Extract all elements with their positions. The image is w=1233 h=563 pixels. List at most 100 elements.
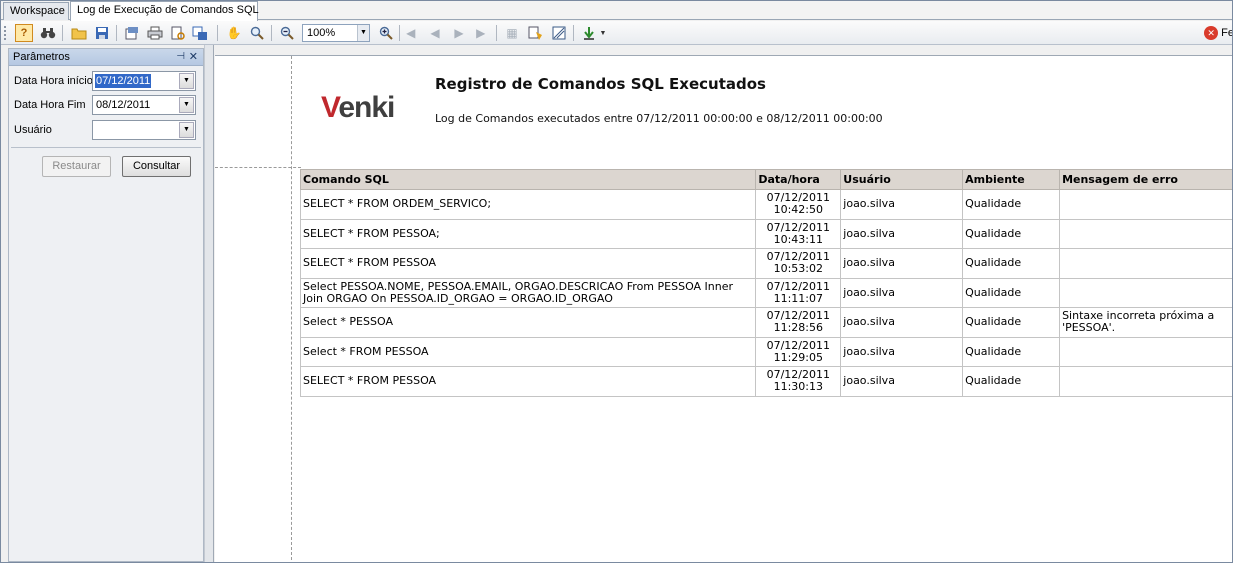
- save-icon[interactable]: [93, 24, 111, 42]
- report-subtitle: Log de Comandos executados entre 07/12/2…: [435, 112, 883, 125]
- cell-command: SELECT * FROM PESSOA: [299, 248, 757, 279]
- help-icon[interactable]: ?: [15, 24, 33, 42]
- tab-bar: Workspace Log de Execução de Comandos SQ…: [1, 1, 1232, 21]
- cell-datetime: 07/12/2011 11:11:07: [755, 277, 842, 308]
- parameters-panel-header: Parâmetros ⊣ ✕: [9, 49, 203, 66]
- cell-command: Select * PESSOA: [299, 307, 757, 338]
- close-icon: ✕: [1204, 26, 1219, 40]
- cell-error: [1059, 189, 1232, 220]
- export-dropdown-icon[interactable]: ▼: [598, 24, 608, 42]
- start-date-value: 07/12/2011: [95, 74, 152, 88]
- restore-button[interactable]: Restaurar: [42, 156, 111, 177]
- cell-environment: Qualidade: [962, 248, 1061, 279]
- cell-error: [1059, 248, 1232, 279]
- report-title: Registro de Comandos SQL Executados: [435, 75, 766, 93]
- zoom-value: 100%: [307, 27, 336, 39]
- cell-error: [1059, 277, 1232, 308]
- cell-environment: Qualidade: [962, 218, 1061, 249]
- chevron-down-icon[interactable]: ▼: [357, 25, 369, 41]
- cell-user: joao.silva: [840, 366, 964, 397]
- page-color-icon[interactable]: [527, 24, 545, 42]
- close-icon[interactable]: ✕: [189, 49, 198, 65]
- chevron-down-icon[interactable]: ▼: [179, 122, 194, 138]
- last-page-icon[interactable]: ▶: [473, 24, 491, 42]
- divider: [11, 147, 201, 148]
- print-icon[interactable]: [146, 24, 164, 42]
- print-preview-icon[interactable]: [169, 24, 187, 42]
- table-row: SELECT * FROM PESSOA 07/12/2011 10:53:02 …: [299, 248, 1232, 279]
- binoculars-icon[interactable]: [39, 24, 57, 42]
- margin-guide: [291, 56, 292, 562]
- column-header-datetime: Data/hora: [755, 169, 842, 190]
- table-row: SELECT * FROM ORDEM_SERVICO; 07/12/2011 1…: [299, 189, 1232, 220]
- zoom-out-icon[interactable]: [278, 24, 296, 42]
- hand-tool-icon[interactable]: ✋: [225, 24, 243, 42]
- cell-environment: Qualidade: [962, 189, 1061, 220]
- report-preview: Venki Registro de Comandos SQL Executado…: [215, 55, 1232, 562]
- previous-page-icon[interactable]: ◀: [426, 24, 444, 42]
- table-header-row: Comando SQL Data/hora Usuário Ambiente M…: [299, 169, 1232, 190]
- end-date-label: Data Hora Fim: [14, 99, 86, 111]
- cell-environment: Qualidade: [962, 277, 1061, 308]
- pin-icon[interactable]: ⊣: [176, 49, 185, 65]
- cell-command: SELECT * FROM PESSOA: [299, 366, 757, 397]
- table-row: Select * FROM PESSOA 07/12/2011 11:29:05 …: [299, 336, 1232, 367]
- magnifier-icon[interactable]: [248, 24, 266, 42]
- end-date-value: 08/12/2011: [96, 99, 151, 111]
- parameters-panel: Parâmetros ⊣ ✕ Data Hora início 07/12/20…: [8, 48, 204, 562]
- export-icon[interactable]: [580, 24, 598, 42]
- cell-environment: Qualidade: [962, 307, 1061, 338]
- tab-workspace[interactable]: Workspace: [3, 2, 69, 20]
- end-date-field[interactable]: 08/12/2011 ▼: [92, 95, 196, 115]
- cell-environment: Qualidade: [962, 366, 1061, 397]
- next-page-icon[interactable]: ▶: [450, 24, 468, 42]
- export-page-icon[interactable]: [191, 24, 209, 42]
- start-date-row: Data Hora início 07/12/2011 ▼: [14, 71, 200, 91]
- close-label: Fe: [1221, 27, 1233, 39]
- zoom-select[interactable]: 100% ▼: [302, 24, 370, 42]
- cell-datetime: 07/12/2011 10:42:50: [755, 189, 842, 220]
- watermark-icon[interactable]: [550, 24, 568, 42]
- zoom-in-icon[interactable]: [377, 24, 395, 42]
- user-row: Usuário ▼: [14, 120, 200, 140]
- page-setup-icon[interactable]: [123, 24, 141, 42]
- cell-error: [1059, 366, 1232, 397]
- column-header-error: Mensagem de erro: [1059, 169, 1232, 190]
- table-row: Select * PESSOA 07/12/2011 11:28:56 joao.…: [299, 307, 1232, 338]
- start-date-field[interactable]: 07/12/2011 ▼: [92, 71, 196, 91]
- user-select[interactable]: ▼: [92, 120, 196, 140]
- first-page-icon[interactable]: ◀: [403, 24, 421, 42]
- report-toolbar: ? ✋ 100% ▼ ◀ ◀ ▶ ▶ ▦ ▼ ✕ Fe: [1, 21, 1233, 45]
- cell-user: joao.silva: [840, 218, 964, 249]
- open-folder-icon[interactable]: [70, 24, 88, 42]
- user-label: Usuário: [14, 124, 52, 136]
- start-date-label: Data Hora início: [14, 75, 93, 87]
- cell-user: joao.silva: [840, 307, 964, 338]
- cell-datetime: 07/12/2011 11:30:13: [755, 366, 842, 397]
- table-row: SELECT * FROM PESSOA 07/12/2011 11:30:13 …: [299, 366, 1232, 397]
- chevron-down-icon[interactable]: ▼: [179, 97, 194, 113]
- close-report-button[interactable]: ✕ Fe: [1204, 24, 1233, 42]
- column-header-environment: Ambiente: [962, 169, 1061, 190]
- venki-logo: Venki: [321, 91, 395, 124]
- margin-guide: [215, 167, 301, 168]
- user-value: [95, 123, 97, 137]
- chevron-down-icon[interactable]: ▼: [179, 73, 194, 89]
- multipage-icon[interactable]: ▦: [503, 24, 521, 42]
- table-row: SELECT * FROM PESSOA; 07/12/2011 10:43:11…: [299, 218, 1232, 249]
- cell-command: Select * FROM PESSOA: [299, 336, 757, 367]
- cell-environment: Qualidade: [962, 336, 1061, 367]
- cell-error: [1059, 336, 1232, 367]
- tab-log-sql[interactable]: Log de Execução de Comandos SQL: [70, 1, 259, 21]
- cell-datetime: 07/12/2011 11:28:56: [755, 307, 842, 338]
- cell-user: joao.silva: [840, 189, 964, 220]
- cell-datetime: 07/12/2011 11:29:05: [755, 336, 842, 367]
- cell-command: SELECT * FROM ORDEM_SERVICO;: [299, 189, 757, 220]
- parameters-title: Parâmetros: [13, 51, 70, 63]
- query-button[interactable]: Consultar: [122, 156, 191, 177]
- cell-datetime: 07/12/2011 10:53:02: [755, 248, 842, 279]
- end-date-row: Data Hora Fim 08/12/2011 ▼: [14, 95, 200, 115]
- toolbar-grip[interactable]: [4, 26, 7, 40]
- table-row: Select PESSOA.NOME, PESSOA.EMAIL, ORGAO.…: [299, 277, 1232, 308]
- panel-splitter[interactable]: [204, 45, 214, 562]
